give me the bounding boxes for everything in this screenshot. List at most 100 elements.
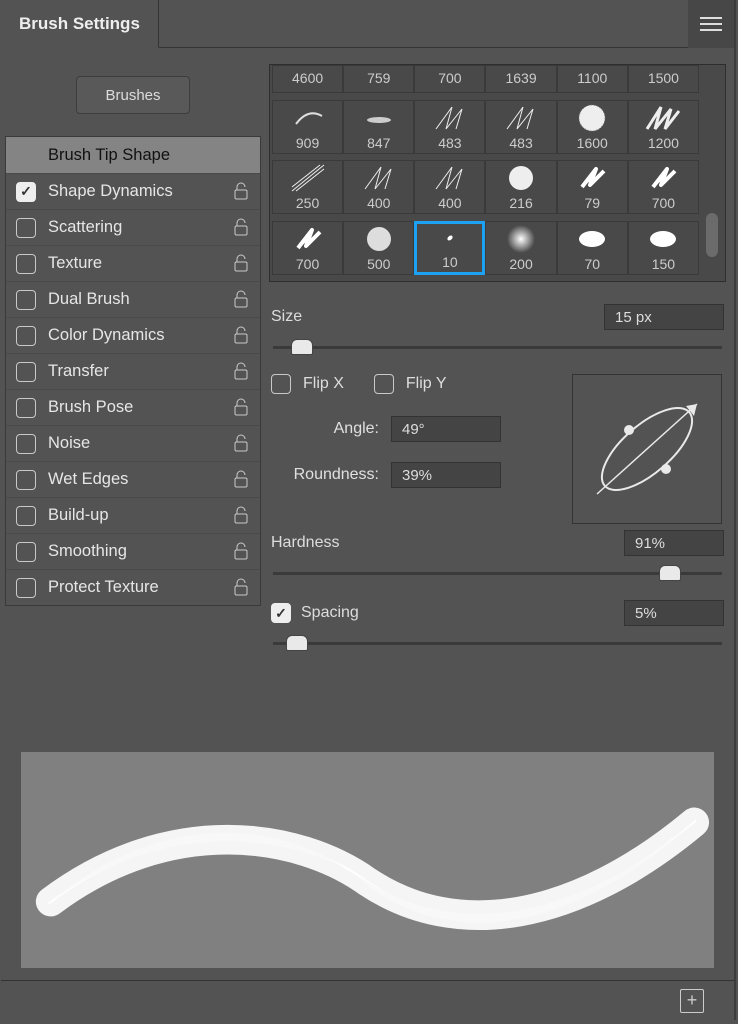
size-slider[interactable] xyxy=(273,338,722,356)
lock-icon[interactable] xyxy=(232,289,252,311)
brush-size-label: 483 xyxy=(438,135,461,151)
brush-tile[interactable]: 700 xyxy=(272,221,343,275)
option-checkbox[interactable] xyxy=(16,542,36,562)
brush-tile[interactable]: 483 xyxy=(414,100,485,154)
brush-tile[interactable]: 700 xyxy=(414,65,485,93)
brush-tile[interactable]: 500 xyxy=(343,221,414,275)
brush-tile[interactable]: 250 xyxy=(272,160,343,214)
brush-tile[interactable]: 1500 xyxy=(628,65,699,93)
option-smoothing[interactable]: Smoothing xyxy=(6,533,260,569)
lock-icon[interactable] xyxy=(232,577,252,599)
brush-tile[interactable]: 10 xyxy=(414,221,485,275)
option-wet-edges[interactable]: Wet Edges xyxy=(6,461,260,497)
menu-icon xyxy=(700,17,722,31)
option-label: Noise xyxy=(48,434,220,453)
brush-thumb-icon xyxy=(558,222,627,256)
lock-icon[interactable] xyxy=(232,505,252,527)
lock-icon[interactable] xyxy=(232,469,252,491)
option-shape-dynamics[interactable]: Shape Dynamics xyxy=(6,173,260,209)
brush-thumb-icon xyxy=(629,161,698,195)
brush-tile[interactable]: 200 xyxy=(485,221,556,275)
brush-size-label: 70 xyxy=(584,256,600,272)
brush-tile[interactable]: 847 xyxy=(343,100,414,154)
option-label: Transfer xyxy=(48,362,220,381)
option-checkbox[interactable] xyxy=(16,434,36,454)
option-label: Shape Dynamics xyxy=(48,182,220,201)
spacing-label: Spacing xyxy=(301,604,359,622)
option-checkbox[interactable] xyxy=(16,218,36,238)
tab-brush-settings[interactable]: Brush Settings xyxy=(1,0,159,48)
hardness-slider[interactable] xyxy=(273,564,722,582)
angle-wheel[interactable] xyxy=(572,374,722,524)
option-checkbox[interactable] xyxy=(16,578,36,598)
option-transfer[interactable]: Transfer xyxy=(6,353,260,389)
brush-tile[interactable]: 1639 xyxy=(485,65,556,93)
brush-thumb-icon xyxy=(415,101,484,135)
lock-icon[interactable] xyxy=(232,361,252,383)
brush-size-label: 79 xyxy=(584,195,600,211)
brush-tile[interactable]: 1100 xyxy=(557,65,628,93)
option-checkbox[interactable] xyxy=(16,506,36,526)
lock-icon[interactable] xyxy=(232,397,252,419)
panel-menu-button[interactable] xyxy=(688,0,734,48)
brush-tile[interactable]: 150 xyxy=(628,221,699,275)
option-dual-brush[interactable]: Dual Brush xyxy=(6,281,260,317)
option-checkbox[interactable] xyxy=(16,398,36,418)
new-brush-button[interactable]: + xyxy=(680,989,704,1013)
plus-icon: + xyxy=(687,990,698,1011)
brush-tile[interactable]: 216 xyxy=(485,160,556,214)
option-brush-pose[interactable]: Brush Pose xyxy=(6,389,260,425)
brush-size-label: 909 xyxy=(296,135,319,151)
brush-tile[interactable]: 700 xyxy=(628,160,699,214)
sidebar: Brushes Brush Tip Shape Shape Dynamics Sca… xyxy=(5,64,265,698)
option-brush-tip-shape[interactable]: Brush Tip Shape xyxy=(6,137,260,173)
panel-footer: + xyxy=(1,980,734,1020)
option-checkbox[interactable] xyxy=(16,326,36,346)
angle-input[interactable] xyxy=(391,416,501,442)
brush-size-label: 400 xyxy=(438,195,461,211)
flip-x-label: Flip X xyxy=(303,375,344,393)
lock-icon[interactable] xyxy=(232,541,252,563)
brush-tile[interactable]: 4600 xyxy=(272,65,343,93)
brush-tile[interactable]: 400 xyxy=(343,160,414,214)
brush-tile[interactable]: 79 xyxy=(557,160,628,214)
brush-tile[interactable]: 400 xyxy=(414,160,485,214)
flip-y-checkbox[interactable] xyxy=(374,374,394,394)
flip-x-checkbox[interactable] xyxy=(271,374,291,394)
option-build-up[interactable]: Build-up xyxy=(6,497,260,533)
option-protect-texture[interactable]: Protect Texture xyxy=(6,569,260,605)
option-checkbox[interactable] xyxy=(16,182,36,202)
spacing-input[interactable] xyxy=(624,600,724,626)
brush-tile[interactable]: 70 xyxy=(557,221,628,275)
option-checkbox[interactable] xyxy=(16,362,36,382)
brush-tip-grid: 4600759700163911001500909847483483160012… xyxy=(269,64,726,282)
brush-settings-panel: Brush Settings Brushes Brush Tip Shape Sh… xyxy=(1,0,736,1020)
grid-scrollbar[interactable] xyxy=(699,65,723,281)
option-scattering[interactable]: Scattering xyxy=(6,209,260,245)
brush-tile[interactable]: 1200 xyxy=(628,100,699,154)
option-checkbox[interactable] xyxy=(16,254,36,274)
brush-tile[interactable]: 909 xyxy=(272,100,343,154)
brush-tile[interactable]: 1600 xyxy=(557,100,628,154)
size-input[interactable] xyxy=(604,304,724,330)
option-checkbox[interactable] xyxy=(16,470,36,490)
lock-icon[interactable] xyxy=(232,253,252,275)
lock-icon[interactable] xyxy=(232,181,252,203)
spacing-slider[interactable] xyxy=(273,634,722,652)
lock-icon[interactable] xyxy=(232,325,252,347)
brush-thumb-icon xyxy=(273,161,342,195)
option-checkbox[interactable] xyxy=(16,290,36,310)
brush-tile[interactable]: 759 xyxy=(343,65,414,93)
hardness-input[interactable] xyxy=(624,530,724,556)
spacing-checkbox[interactable] xyxy=(271,603,291,623)
brush-size-label: 700 xyxy=(296,256,319,272)
brush-tile[interactable]: 483 xyxy=(485,100,556,154)
option-texture[interactable]: Texture xyxy=(6,245,260,281)
option-color-dynamics[interactable]: Color Dynamics xyxy=(6,317,260,353)
lock-icon[interactable] xyxy=(232,217,252,239)
lock-icon[interactable] xyxy=(232,433,252,455)
option-noise[interactable]: Noise xyxy=(6,425,260,461)
roundness-input[interactable] xyxy=(391,462,501,488)
brushes-button[interactable]: Brushes xyxy=(76,76,190,114)
roundness-label: Roundness: xyxy=(269,466,379,484)
